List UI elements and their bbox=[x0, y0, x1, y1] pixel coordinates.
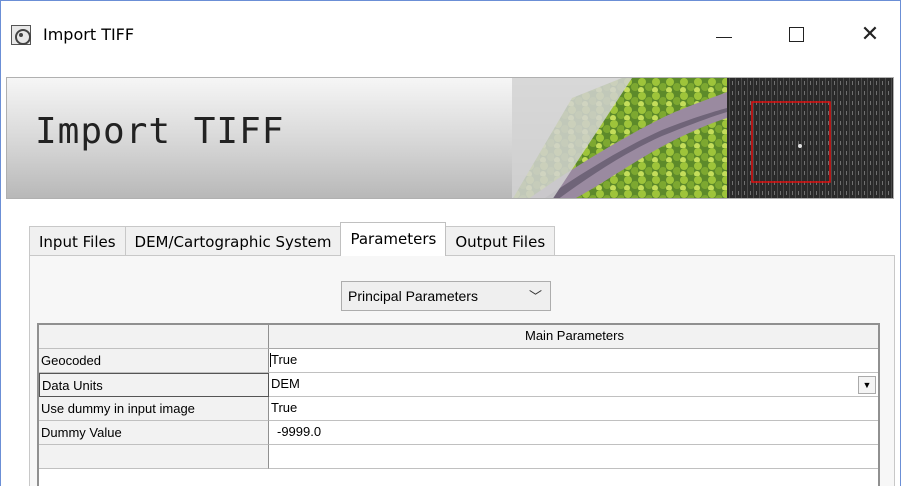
tab-output-files[interactable]: Output Files bbox=[445, 226, 556, 256]
row-label: Data Units bbox=[39, 373, 269, 397]
minimize-icon bbox=[716, 36, 732, 38]
table-row-data-units[interactable]: Data Units DEM ▼ bbox=[39, 373, 878, 397]
geocoded-value[interactable]: True bbox=[269, 349, 878, 373]
chevron-down-icon: ﹀ bbox=[528, 289, 542, 304]
banner-title: Import TIFF bbox=[35, 111, 285, 152]
table-row-use-dummy[interactable]: Use dummy in input image True bbox=[39, 397, 878, 421]
use-dummy-value[interactable]: True bbox=[269, 397, 878, 421]
row-value-empty bbox=[269, 445, 878, 469]
data-units-combo[interactable]: DEM ▼ bbox=[269, 373, 878, 397]
row-label: Geocoded bbox=[39, 349, 269, 373]
maximize-button[interactable] bbox=[773, 15, 819, 53]
row-label: Use dummy in input image bbox=[39, 397, 269, 421]
banner-satellite-image bbox=[512, 78, 893, 198]
header-banner: Import TIFF bbox=[6, 77, 894, 199]
close-button[interactable]: ✕ bbox=[847, 15, 893, 53]
dummy-value-field[interactable]: -9999.0 bbox=[269, 421, 878, 445]
tab-strip: Input Files DEM/Cartographic System Para… bbox=[29, 222, 556, 256]
text-cursor bbox=[270, 353, 271, 367]
tab-dem-cartographic-system[interactable]: DEM/Cartographic System bbox=[124, 226, 342, 256]
parameters-table: Main Parameters Geocoded True Data Units… bbox=[37, 323, 880, 486]
row-label-empty bbox=[39, 445, 269, 469]
import-tiff-window: Import TIFF ✕ Import TIFF Input Files DE… bbox=[0, 0, 901, 486]
row-label: Dummy Value bbox=[39, 421, 269, 445]
table-header-main-parameters: Main Parameters bbox=[269, 325, 878, 349]
table-row-dummy-value[interactable]: Dummy Value -9999.0 bbox=[39, 421, 878, 445]
header-empty-cell bbox=[39, 325, 269, 349]
maximize-icon bbox=[788, 26, 804, 42]
row-value-text: DEM bbox=[271, 376, 300, 391]
tab-parameters[interactable]: Parameters bbox=[340, 222, 447, 256]
table-row-geocoded[interactable]: Geocoded True bbox=[39, 349, 878, 373]
minimize-button[interactable] bbox=[701, 15, 747, 53]
triangle-down-icon[interactable]: ▼ bbox=[858, 376, 876, 394]
row-value-text: True bbox=[271, 352, 298, 367]
table-header-row: Main Parameters bbox=[39, 325, 878, 349]
title-bar: Import TIFF ✕ bbox=[1, 1, 900, 67]
parameter-group-select[interactable]: Principal Parameters ﹀ bbox=[341, 281, 551, 311]
parameter-group-value: Principal Parameters bbox=[348, 288, 478, 304]
tab-input-files[interactable]: Input Files bbox=[29, 226, 126, 256]
app-globe-icon[interactable] bbox=[11, 25, 31, 45]
window-title: Import TIFF bbox=[43, 25, 135, 44]
table-row-empty bbox=[39, 445, 878, 469]
